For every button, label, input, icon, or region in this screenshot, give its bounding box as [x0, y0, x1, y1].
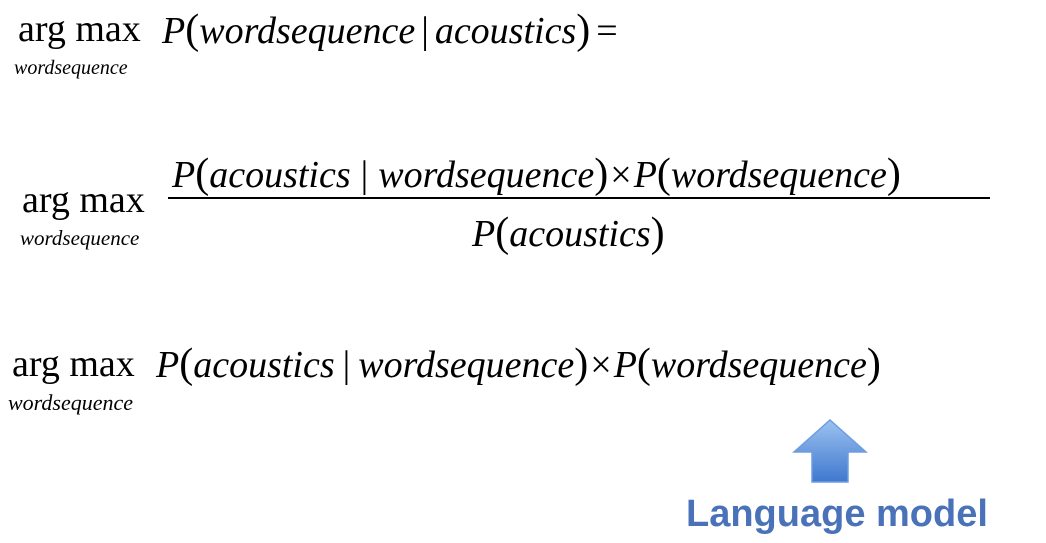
- probability-expression: P(acoustics | wordsequence)×P(wordsequence…: [156, 343, 881, 385]
- func-p-2: P: [613, 344, 637, 386]
- argmax-operator: arg max: [18, 8, 141, 50]
- argmax-subscript: wordsequence: [20, 226, 140, 250]
- arg-right: wordsequence: [358, 344, 575, 386]
- paren-close-2: ): [886, 151, 901, 197]
- given-bar: |: [342, 344, 351, 386]
- func-p: P: [156, 344, 180, 386]
- paren-open: (: [195, 151, 210, 197]
- language-model-label: Language model: [686, 493, 988, 535]
- given-bar: |: [360, 154, 369, 196]
- fraction-numerator: P(acoustics | wordsequence)×P(wordsequence…: [172, 153, 901, 195]
- paren-open: (: [495, 210, 510, 256]
- equals-sign: =: [596, 10, 618, 52]
- given-bar: |: [421, 10, 429, 52]
- paren-close: ): [574, 341, 589, 387]
- num-arg-right: wordsequence: [378, 154, 595, 196]
- arg-2: wordsequence: [650, 344, 867, 386]
- arg-right: acoustics: [434, 10, 577, 52]
- paren-open-2: (: [636, 341, 651, 387]
- paren-open: (: [185, 7, 200, 53]
- times-sign: ×: [590, 344, 612, 386]
- paren-close: ): [594, 151, 609, 197]
- arg-left: acoustics: [193, 344, 335, 386]
- fraction-bar: [168, 197, 990, 199]
- den-arg: acoustics: [509, 213, 651, 255]
- argmax-operator: arg max: [12, 343, 135, 385]
- paren-close: ): [576, 7, 591, 53]
- den-func-p: P: [472, 213, 496, 255]
- up-arrow-icon: [792, 418, 868, 483]
- fraction-denominator: P(acoustics): [472, 212, 665, 254]
- times-sign: ×: [610, 154, 632, 196]
- paren-close: ): [650, 210, 665, 256]
- argmax-operator: arg max: [22, 179, 145, 221]
- arg-left: wordsequence: [199, 10, 416, 52]
- func-p: P: [162, 10, 186, 52]
- argmax-subscript: wordsequence: [14, 57, 128, 79]
- num-func-p-2: P: [633, 154, 657, 196]
- probability-expression: P(wordsequence | acoustics) =: [162, 9, 618, 51]
- paren-close-2: ): [866, 341, 881, 387]
- paren-open-2: (: [656, 151, 671, 197]
- num-func-p: P: [172, 154, 196, 196]
- num-arg-2: wordsequence: [670, 154, 887, 196]
- num-arg-left: acoustics: [209, 154, 351, 196]
- paren-open: (: [179, 341, 194, 387]
- argmax-subscript: wordsequence: [8, 390, 134, 415]
